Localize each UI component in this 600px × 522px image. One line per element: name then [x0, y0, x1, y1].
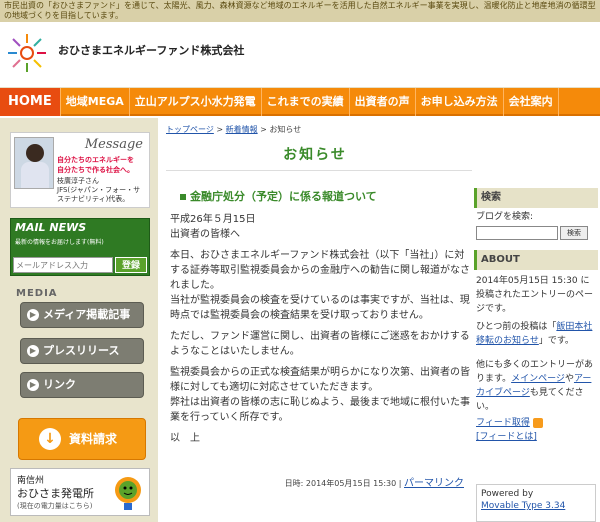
breadcrumb-news[interactable]: 新着情報: [226, 125, 258, 134]
arrow-right-icon: ▶: [27, 345, 39, 357]
request-materials-button[interactable]: ↓ 資料請求: [18, 418, 146, 460]
feed-link[interactable]: フィード取得: [476, 418, 530, 428]
about-heading: ABOUT: [474, 250, 598, 270]
nav-voices[interactable]: 出資者の声: [350, 88, 416, 116]
search-input[interactable]: [476, 226, 558, 240]
entry-title: 金融庁処分（予定）に係る報道ついて: [180, 188, 377, 204]
prev-entry: ひとつ前の投稿は「飯田本社移転のお知らせ」です。: [476, 322, 593, 346]
nav-results[interactable]: これまでの実績: [262, 88, 350, 116]
sun-mascot-icon: [115, 477, 141, 510]
search-label: ブログを検索:: [476, 212, 534, 222]
top-banner-text: 市民出資の「おひさまファンド」を通じて、太陽光、風力、森林資源など地域のエネルギ…: [4, 1, 596, 20]
more-entries: 他にも多くのエントリーがあります。メインページやアーカイブページも見てください。: [476, 360, 594, 412]
arrow-right-icon: ▶: [27, 309, 39, 321]
powered-by: Powered by Movable Type 3.34: [476, 484, 596, 522]
nav-hydro[interactable]: 立山アルプス小水力発電: [130, 88, 262, 116]
entry-paragraph: ただし、ファンド運営に関し、出資者の皆様にご迷惑をおかけするようなことはいたしま…: [170, 331, 470, 357]
divider: [166, 170, 472, 171]
message-banner[interactable]: Message 自分たちのエネルギーを 自分たちで作る社会へ。 枝廣淳子さん J…: [10, 132, 150, 208]
register-button[interactable]: 登録: [115, 257, 147, 273]
breadcrumb-top[interactable]: トップページ: [166, 125, 214, 134]
press-release-button[interactable]: ▶ プレスリリース: [20, 338, 144, 364]
site-header: おひさまエネルギーファンド株式会社: [0, 22, 600, 88]
entry-date: 平成26年５月15日: [170, 214, 256, 225]
search-heading: 検索: [474, 188, 598, 208]
nav-apply[interactable]: お申し込み方法: [416, 88, 504, 116]
bullet-icon: [180, 194, 186, 200]
breadcrumb: トップページ > 新着情報 > お知らせ: [166, 125, 302, 134]
permalink-link[interactable]: パーマリンク: [404, 478, 464, 489]
sun-logo-icon[interactable]: [6, 32, 48, 74]
search-button[interactable]: 検索: [560, 226, 588, 240]
movable-type-link[interactable]: Movable Type 3.34: [481, 501, 565, 511]
feed-about-link[interactable]: [フィードとは]: [476, 432, 537, 442]
about-text: 2014年05月15日 15:30 に投稿されたエントリーのページです。: [476, 276, 594, 314]
entry-paragraph: 監視委員会からの正式な検査結果が明らかになり次第、出資者の皆様に対しても適切に対…: [170, 367, 470, 393]
message-title: Message: [84, 137, 143, 152]
media-articles-button[interactable]: ▶ メディア掲載記事: [20, 302, 144, 328]
main-content: トップページ > 新着情報 > お知らせ お知らせ 金融庁処分（予定）に係る報道…: [158, 118, 472, 522]
entry-greeting: 出資者の皆様へ: [170, 229, 240, 240]
company-name[interactable]: おひさまエネルギーファンド株式会社: [58, 42, 244, 58]
entry-footer: 日時: 2014年05月15日 15:30 | パーマリンク: [284, 478, 464, 489]
entry-paragraph: 本日、おひさまエネルギーファンド株式会社（以下「当社」）に対する証券等取引監視委…: [170, 250, 470, 291]
left-sidebar: Message 自分たちのエネルギーを 自分たちで作る社会へ。 枝廣淳子さん J…: [0, 118, 158, 522]
rss-icon[interactable]: [532, 417, 543, 428]
download-icon: ↓: [39, 428, 61, 450]
mail-news-subtitle: 最新の情報をお届けします(無料): [15, 239, 104, 246]
entry-closing: 以 上: [170, 433, 200, 444]
email-field[interactable]: [13, 257, 113, 273]
top-banner: 市民出資の「おひさまファンド」を通じて、太陽光、風力、森林資源など地域のエネルギ…: [0, 0, 600, 22]
mail-news-box: MAIL NEWS 最新の情報をお届けします(無料) 登録: [10, 218, 150, 276]
nav-mega[interactable]: 地域MEGA: [61, 88, 130, 116]
mail-news-title: MAIL NEWS: [15, 221, 87, 234]
main-nav: HOME 地域MEGA 立山アルプス小水力発電 これまでの実績 出資者の声 お申…: [0, 88, 600, 116]
breadcrumb-current: お知らせ: [269, 125, 302, 134]
entry-paragraph: 当社が監視委員会の検査を受けているのは事実ですが、当社は、現時点では監視委員会の…: [170, 295, 470, 321]
page-title: お知らせ: [283, 147, 347, 163]
media-heading: MEDIA: [16, 288, 58, 299]
main-page-link[interactable]: メインページ: [511, 374, 565, 384]
nav-about[interactable]: 会社案内: [504, 88, 559, 116]
portrait-image: [14, 137, 54, 189]
right-sidebar: 検索 ブログを検索: 検索 ABOUT 2014年05月15日 15:30 に投…: [472, 118, 600, 522]
feed-block: フィード取得 [フィードとは]: [476, 416, 543, 444]
entry-paragraph: 弊社は出資者の皆様の志に恥じぬよう、最後まで地域に根付いた事業を行っていく所存で…: [170, 397, 470, 423]
message-name: 枝廣淳子さん JFS(ジャパン・フォー・サ ステナビリティ)代表。: [57, 177, 141, 203]
power-plant-banner[interactable]: 南信州 おひさま発電所 (現在の電力量はこちら): [10, 468, 150, 516]
message-tagline: 自分たちのエネルギーを 自分たちで作る社会へ。: [57, 156, 134, 174]
nav-home[interactable]: HOME: [0, 88, 61, 116]
links-button[interactable]: ▶ リンク: [20, 372, 144, 398]
entry-body: 平成26年５月15日 出資者の皆様へ 本日、おひさまエネルギーファンド株式会社（…: [170, 212, 470, 452]
arrow-right-icon: ▶: [27, 379, 39, 391]
